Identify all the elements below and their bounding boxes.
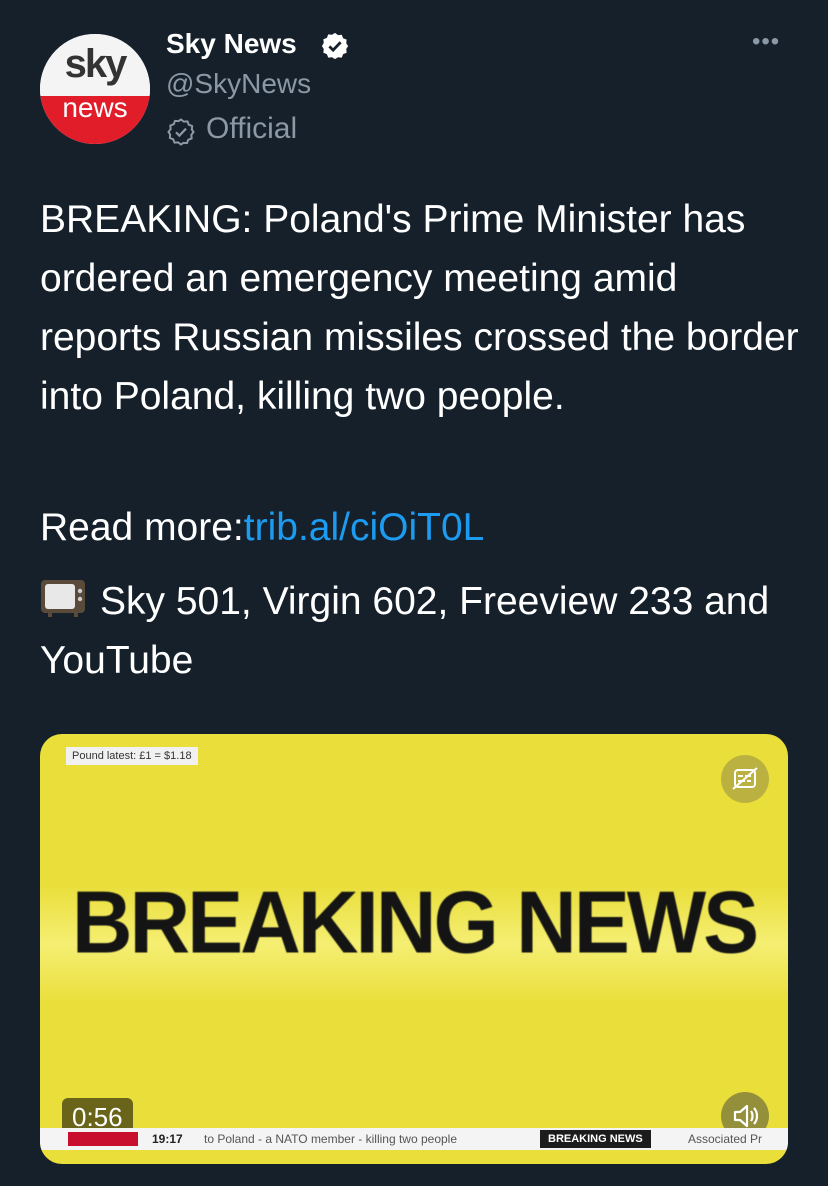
captions-button[interactable] — [721, 755, 769, 803]
ticker-source: Associated Pr — [688, 1132, 763, 1146]
tv-icon — [41, 580, 85, 617]
avatar-logo-news: news — [62, 92, 128, 123]
channels-text: Sky 501, Virgin 602, Freeview 233 and Yo… — [40, 580, 770, 682]
verified-badge-icon — [321, 32, 349, 60]
ticker-sky-logo — [68, 1132, 138, 1146]
more-icon[interactable]: ••• — [752, 28, 780, 56]
ticker-time: 19:17 — [152, 1132, 183, 1146]
handle[interactable]: @SkyNews — [166, 68, 311, 100]
ticker-text: to Poland - a NATO member - killing two … — [204, 1132, 458, 1146]
read-more-line: Read more:trib.al/ciOiT0L — [40, 498, 484, 557]
avatar-logo-sky: sky — [64, 42, 128, 86]
tweet-text: BREAKING: Poland's Prime Minister has or… — [40, 198, 799, 418]
pound-latest-banner: Pound latest: £1 = $1.18 — [66, 747, 198, 765]
official-label: Official — [206, 112, 298, 145]
ticker-badge: BREAKING NEWS — [540, 1130, 651, 1148]
tweet-link[interactable]: trib.al/ciOiT0L — [244, 506, 485, 549]
channels-line: Sky 501, Virgin 602, Freeview 233 and Yo… — [40, 572, 800, 690]
video-player[interactable]: Pound latest: £1 = $1.18 BREAKING NEWS 0… — [40, 734, 788, 1164]
captions-icon — [732, 767, 758, 790]
display-name[interactable]: Sky News — [166, 28, 297, 60]
news-ticker: 19:17 to Poland - a NATO member - killin… — [40, 1128, 788, 1150]
official-badge-icon — [167, 118, 195, 146]
avatar[interactable]: sky news — [40, 34, 150, 144]
read-more-prefix: Read more: — [40, 506, 244, 549]
breaking-news-headline: BREAKING NEWS — [71, 872, 759, 972]
